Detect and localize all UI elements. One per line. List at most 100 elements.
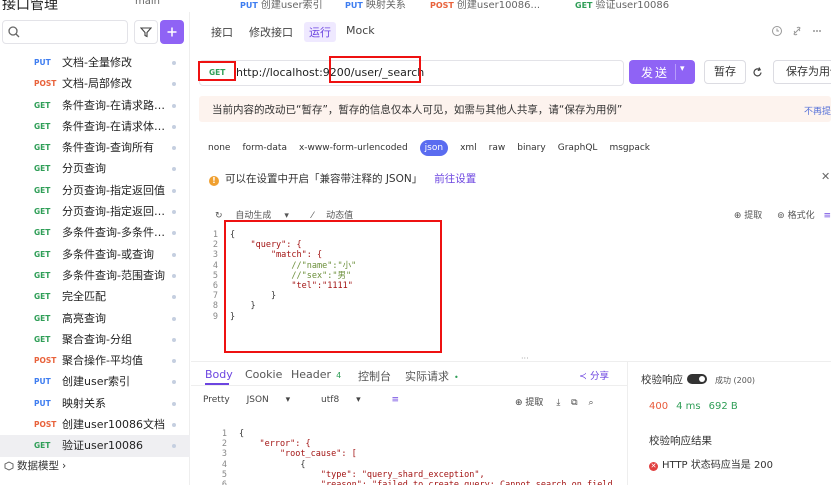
body-type-binary[interactable]: binary	[517, 140, 545, 156]
resp-extract-button[interactable]: ⊕ 提取	[515, 398, 543, 408]
body-type-xml[interactable]: xml	[460, 140, 477, 156]
method-badge: GET	[34, 185, 51, 195]
sub-tabs: 接口 修改接口 运行 Mock	[191, 20, 831, 44]
validation-result-line: ✕ HTTP 状态码应当是 200	[649, 456, 773, 471]
body-type-raw[interactable]: raw	[489, 140, 506, 156]
subtab-interface[interactable]: 接口	[211, 24, 233, 40]
extract-button[interactable]: ⊕ 提取	[734, 211, 762, 221]
wrap-icon[interactable]: ≡	[823, 211, 831, 221]
save-as-case-button[interactable]: 保存为用例	[773, 60, 831, 84]
sidebar-item[interactable]: PUT 映射关系	[0, 393, 190, 414]
response-body-viewer[interactable]: 1{2 "error": {3 "root_cause": [4 {5 "typ…	[209, 429, 613, 485]
search-input[interactable]	[2, 20, 128, 44]
resp-tab-cookie[interactable]: Cookie	[245, 368, 282, 381]
top-tab-create-doc[interactable]: POST 创建user10086...	[430, 0, 540, 11]
filter-button[interactable]	[134, 20, 158, 44]
sidebar-item[interactable]: GET 条件查询-查询所有	[0, 137, 190, 158]
body-type-json[interactable]: json	[419, 140, 449, 156]
data-model-section[interactable]: 数据模型 ›	[4, 458, 66, 473]
validation-result-title: 校验响应结果	[649, 435, 712, 447]
reset-icon[interactable]	[751, 66, 764, 79]
top-tab-mapping[interactable]: PUT 映射关系	[345, 0, 406, 11]
top-tab-main[interactable]: main	[135, 0, 160, 7]
highlight-method-box	[198, 61, 236, 81]
link-icon[interactable]	[791, 25, 803, 37]
validation-toggle[interactable]	[687, 374, 707, 384]
code-text: "error": {	[239, 439, 311, 450]
status-dot	[172, 337, 176, 342]
sidebar: PUT 文档-全量修改 POST 文档-局部修改 GET 条件查询-在请求路径... GET…	[0, 12, 190, 485]
subtab-edit-interface[interactable]: 修改接口	[249, 24, 293, 40]
chevron-down-icon[interactable]: ▾	[680, 64, 685, 74]
body-type-msgpack[interactable]: msgpack	[609, 140, 650, 156]
sidebar-item[interactable]: GET 聚合查询-分组	[0, 329, 190, 350]
status-dot	[172, 82, 176, 87]
subtab-mock[interactable]: Mock	[346, 24, 375, 37]
notice-dismiss-link[interactable]: 不再提	[804, 104, 831, 117]
status-dot	[172, 146, 176, 151]
sidebar-item[interactable]: GET 高亮查询	[0, 308, 190, 329]
validation-label: 校验响应	[641, 374, 683, 386]
resp-tab-header[interactable]: Header 4	[291, 368, 341, 381]
method-badge: GET	[34, 313, 51, 323]
sidebar-item[interactable]: GET 分页查询-指定返回值	[0, 180, 190, 201]
share-button[interactable]: ≺ 分享	[579, 368, 609, 382]
sidebar-item[interactable]: GET 条件查询-在请求体中...	[0, 116, 190, 137]
search-icon[interactable]: ⌕	[588, 398, 593, 408]
sidebar-item[interactable]: GET 条件查询-在请求路径...	[0, 95, 190, 116]
body-type-graphql[interactable]: GraphQL	[558, 140, 598, 156]
status-dot	[172, 359, 176, 364]
sidebar-item[interactable]: GET 多条件查询-或查询	[0, 244, 190, 265]
body-type-x-www-form-urlencoded[interactable]: x-www-form-urlencoded	[299, 140, 408, 156]
resp-tab-console[interactable]: 控制台	[358, 368, 391, 384]
subtab-run[interactable]: 运行	[304, 22, 336, 42]
line-number: 6	[212, 281, 218, 292]
sidebar-item-label: 文档-全量修改	[62, 56, 132, 69]
encoding-select[interactable]: utf8 ▾	[321, 395, 375, 405]
sidebar-item[interactable]: GET 分页查询-指定返回值...	[0, 201, 190, 222]
notice-text: 当前内容的改动已“暂存”，暂存的信息仅本人可见，如需与其他人共享，请“保存为用例…	[212, 104, 623, 116]
method-badge: GET	[34, 100, 51, 110]
encoding-value: utf8	[321, 395, 340, 405]
send-button[interactable]: 发送 ▾	[629, 60, 695, 84]
method-badge: GET	[34, 207, 51, 217]
body-type-none[interactable]: none	[208, 140, 230, 156]
sidebar-item[interactable]: GET 分页查询	[0, 158, 190, 179]
download-icon[interactable]: ⤓	[556, 398, 560, 408]
sidebar-item[interactable]: GET 多条件查询-多条件同...	[0, 222, 190, 243]
top-tab-method: POST	[430, 1, 454, 10]
code-text: "reason": "failed to create query: Canno…	[239, 480, 613, 485]
resp-tab-label: 控制台	[358, 370, 391, 383]
sidebar-item[interactable]: GET 多条件查询-范围查询	[0, 265, 190, 286]
top-tab-create-index[interactable]: PUT 创建user索引	[240, 0, 323, 11]
close-icon[interactable]: ✕	[821, 170, 830, 183]
go-settings-link[interactable]: 前往设置	[434, 173, 476, 185]
refresh-icon: ↻	[215, 211, 223, 221]
share-icon: ≺	[579, 371, 587, 382]
wrap-icon[interactable]: ≡	[391, 395, 399, 405]
more-icon[interactable]	[811, 25, 823, 37]
sidebar-item[interactable]: POST 聚合操作-平均值	[0, 350, 190, 371]
sidebar-item[interactable]: GET 完全匹配	[0, 286, 190, 307]
body-type-form-data[interactable]: form-data	[242, 140, 287, 156]
method-badge: GET	[34, 292, 51, 302]
line-number: 6	[209, 480, 227, 485]
top-tab-verify[interactable]: GET 验证user10086	[575, 0, 669, 11]
sidebar-item[interactable]: GET 验证user10086	[0, 435, 190, 457]
sidebar-item[interactable]: PUT 创建user索引	[0, 371, 190, 392]
resp-tab-body[interactable]: Body	[205, 368, 233, 381]
line-number: 3	[221, 449, 227, 460]
sidebar-item[interactable]: PUT 文档-全量修改	[0, 52, 190, 73]
format-button[interactable]: ⊚ 格式化	[777, 211, 814, 221]
format-select[interactable]: JSON ▾	[247, 395, 305, 405]
pretty-toggle[interactable]: Pretty	[203, 395, 230, 405]
status-dot	[172, 273, 176, 278]
method-badge: GET	[34, 143, 51, 153]
resp-tab-actual-request[interactable]: 实际请求 •	[405, 368, 459, 384]
sidebar-item[interactable]: POST 文档-局部修改	[0, 73, 190, 94]
add-button[interactable]	[160, 20, 184, 44]
sidebar-item[interactable]: POST 创建user10086文档	[0, 414, 190, 435]
copy-icon[interactable]: ⧉	[571, 398, 577, 408]
clock-icon[interactable]	[771, 25, 783, 37]
stash-button[interactable]: 暂存	[704, 60, 746, 84]
